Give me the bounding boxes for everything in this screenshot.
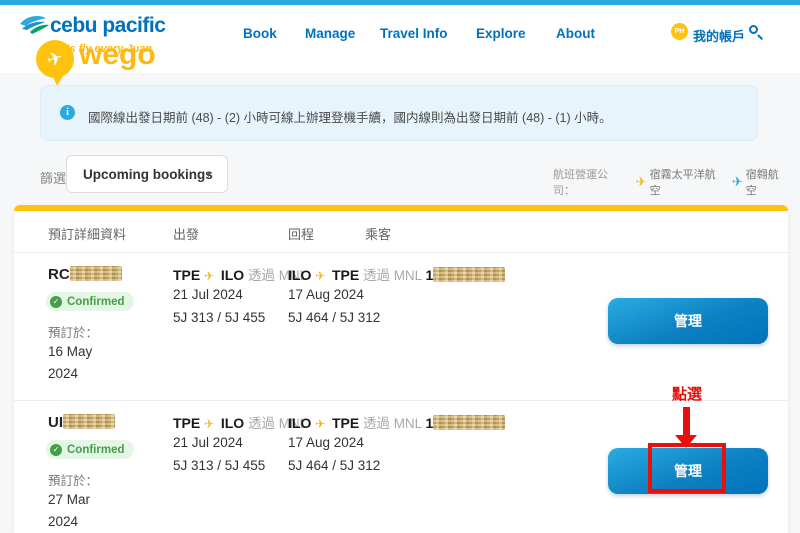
- redacted-booking-ref: [63, 414, 115, 429]
- passenger-count: 1: [425, 415, 433, 431]
- booking-reference: UI: [48, 414, 115, 431]
- column-header-return: 回程: [288, 224, 314, 243]
- nav-manage[interactable]: Manage: [305, 26, 355, 41]
- return-flight-numbers: 5J 464 / 5J 312: [288, 458, 380, 473]
- brand-logo-text: cebu pacific: [50, 14, 165, 38]
- search-icon[interactable]: [749, 25, 763, 39]
- blue-plane-icon: ✈: [732, 174, 743, 190]
- airline-cebgo: ✈ 宿翱航空: [732, 166, 788, 198]
- chevron-down-icon: ▼: [204, 169, 213, 179]
- nav-about[interactable]: About: [556, 26, 595, 41]
- nav-travel-info[interactable]: Travel Info: [380, 26, 448, 41]
- filter-label: 篩選: [40, 168, 66, 187]
- booked-on-label: 預訂於：: [48, 470, 98, 489]
- redacted-passenger-name: [433, 267, 505, 282]
- red-arrow-shaft: [683, 407, 690, 435]
- card-yellow-top-border: [14, 205, 788, 211]
- yellow-plane-icon: ✈: [636, 174, 647, 190]
- operating-airlines-legend: 航班營運公司： ✈ 宿霧太平洋航空 ✈ 宿翱航空: [553, 166, 788, 198]
- dropdown-selected-value: Upcoming bookings: [83, 167, 213, 182]
- booked-date-year: 2024: [48, 514, 78, 529]
- red-highlight-box: [648, 443, 726, 493]
- table-header-divider: [14, 252, 788, 253]
- return-flight-numbers: 5J 464 / 5J 312: [288, 310, 380, 325]
- airlines-legend-label: 航班營運公司：: [553, 166, 628, 198]
- wego-logo-bubble: ✈: [36, 40, 74, 78]
- return-date: 17 Aug 2024: [288, 435, 364, 450]
- redacted-booking-ref: [70, 266, 122, 281]
- column-header-passenger: 乘客: [365, 224, 391, 243]
- outbound-date: 21 Jul 2024: [173, 287, 243, 302]
- status-badge: ✓ Confirmed: [46, 292, 134, 311]
- column-header-departure: 出發: [173, 224, 199, 243]
- manage-button[interactable]: 管理: [608, 298, 768, 344]
- yellow-plane-icon: ✈: [315, 269, 325, 283]
- yellow-plane-icon: ✈: [315, 417, 325, 431]
- check-icon: ✓: [50, 444, 62, 456]
- redacted-passenger-name: [433, 415, 505, 430]
- bookings-filter-dropdown[interactable]: Upcoming bookings ▼: [66, 155, 228, 193]
- outbound-date: 21 Jul 2024: [173, 435, 243, 450]
- booked-on-label: 預訂於：: [48, 322, 98, 341]
- checkin-notice-text: 國際線出發日期前 (48) - (2) 小時可線上辦理登機手續，國内線則為出發日…: [88, 107, 738, 126]
- booked-date-month: 16 May: [48, 344, 92, 359]
- yellow-plane-icon: ✈: [204, 269, 214, 283]
- my-account-link[interactable]: 我的帳戶: [693, 26, 745, 45]
- wego-logo-text: wego: [79, 38, 156, 72]
- cebu-pacific-bird-icon: [18, 12, 50, 42]
- booked-date-month: 27 Mar: [48, 492, 90, 507]
- wego-bubble-tail: [52, 74, 64, 86]
- column-header-booking-details: 預訂詳細資料: [48, 224, 126, 243]
- info-icon: i: [60, 105, 75, 120]
- return-route: ILO ✈ TPE 透過 MNL 1: [288, 412, 505, 432]
- account-avatar[interactable]: PH: [671, 23, 688, 40]
- return-route: ILO ✈ TPE 透過 MNL 1: [288, 264, 505, 284]
- nav-book[interactable]: Book: [243, 26, 277, 41]
- nav-explore[interactable]: Explore: [476, 26, 526, 41]
- return-date: 17 Aug 2024: [288, 287, 364, 302]
- check-icon: ✓: [50, 296, 62, 308]
- booked-date-year: 2024: [48, 366, 78, 381]
- cebu-pacific-manage-bookings-page: cebu pacific let's fly every Juan ✈ wego…: [0, 0, 800, 533]
- paper-plane-icon: ✈: [44, 46, 66, 73]
- booking-reference: RC: [48, 266, 122, 283]
- outbound-flight-numbers: 5J 313 / 5J 455: [173, 310, 265, 325]
- click-here-annotation-text: 點選: [664, 383, 710, 404]
- outbound-flight-numbers: 5J 313 / 5J 455: [173, 458, 265, 473]
- airline-cebu-pacific: ✈ 宿霧太平洋航空: [636, 166, 724, 198]
- yellow-plane-icon: ✈: [204, 417, 214, 431]
- passenger-count: 1: [425, 267, 433, 283]
- status-badge: ✓ Confirmed: [46, 440, 134, 459]
